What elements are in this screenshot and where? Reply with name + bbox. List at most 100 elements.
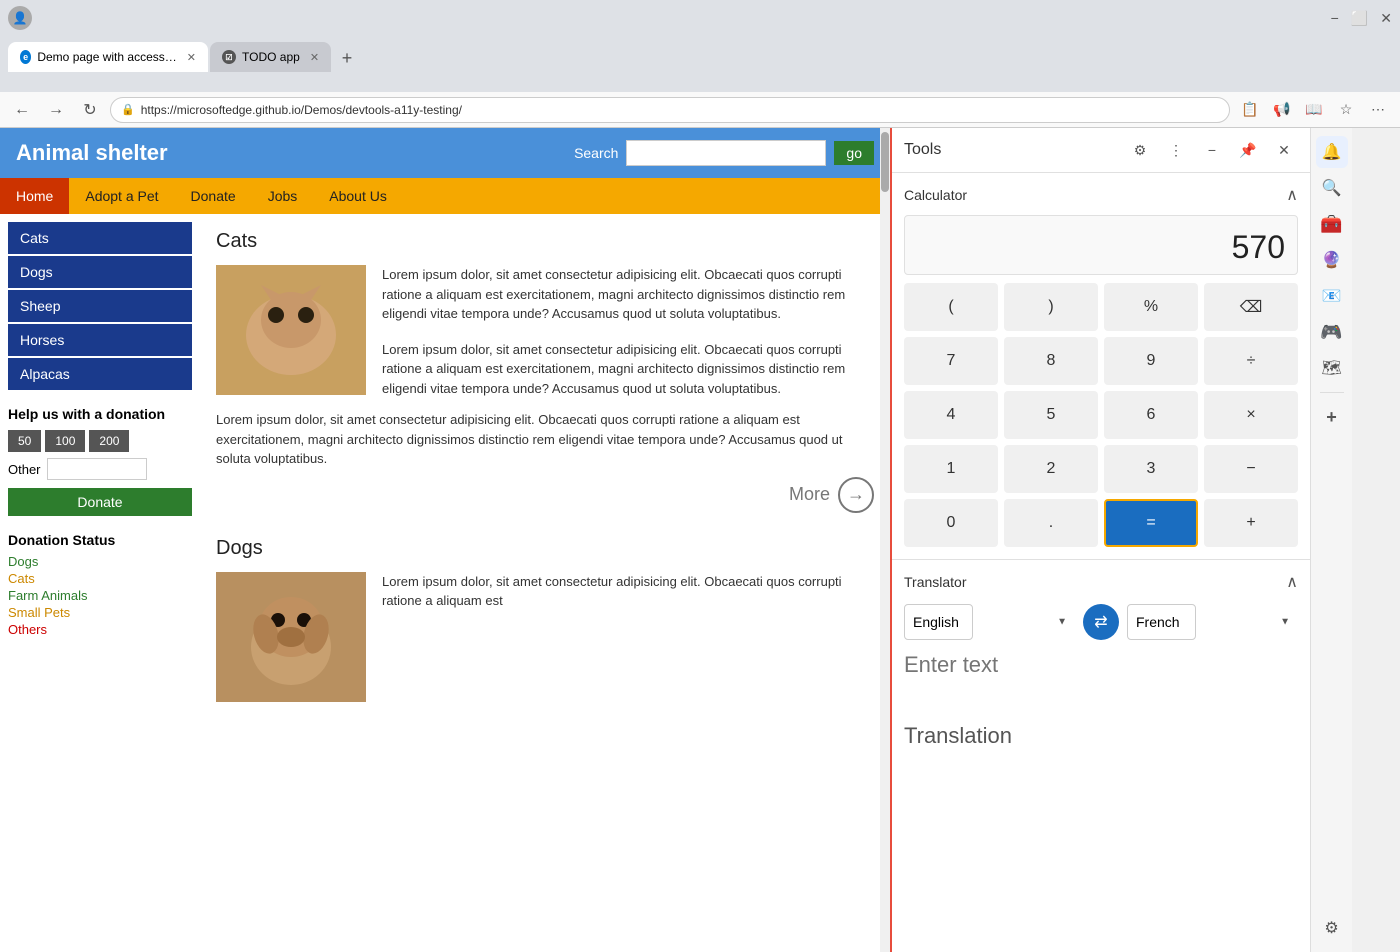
sidebar-dogs[interactable]: Dogs xyxy=(8,256,192,288)
scrollbar[interactable] xyxy=(880,128,890,952)
calc-1[interactable]: 1 xyxy=(904,445,998,493)
calc-3[interactable]: 3 xyxy=(1104,445,1198,493)
nav-about[interactable]: About Us xyxy=(313,178,403,214)
restore-window[interactable]: ⬜ xyxy=(1351,10,1368,27)
calc-equals[interactable]: = xyxy=(1104,499,1198,547)
outlook-icon[interactable]: 📧 xyxy=(1316,280,1348,312)
tab-demo-close[interactable]: ✕ xyxy=(187,51,196,64)
translator-section: Translator ∧ English French Spanish Germ… xyxy=(892,560,1310,761)
calc-value: 570 xyxy=(1232,229,1285,266)
forward-button[interactable]: → xyxy=(42,96,70,124)
calc-5[interactable]: 5 xyxy=(1004,391,1098,439)
calc-open-paren[interactable]: ( xyxy=(904,283,998,331)
target-lang-wrapper: French English Spanish German xyxy=(1127,604,1298,640)
sidebar-cats[interactable]: Cats xyxy=(8,222,192,254)
games-icon[interactable]: 🎮 xyxy=(1316,316,1348,348)
address-bar[interactable]: 🔒 https://microsoftedge.github.io/Demos/… xyxy=(110,97,1230,123)
back-button[interactable]: ← xyxy=(8,96,36,124)
calc-decimal[interactable]: . xyxy=(1004,499,1098,547)
tab-demo[interactable]: e Demo page with accessibility iss ✕ xyxy=(8,42,208,72)
source-lang-wrapper: English French Spanish German xyxy=(904,604,1075,640)
swap-languages-button[interactable]: ⇄ xyxy=(1083,604,1119,640)
translator-collapse-icon[interactable]: ∧ xyxy=(1286,572,1298,592)
calc-divide[interactable]: ÷ xyxy=(1204,337,1298,385)
sidebar: Cats Dogs Sheep Horses Alpacas Help us w… xyxy=(0,214,200,926)
cats-title: Cats xyxy=(216,230,874,253)
translator-input[interactable] xyxy=(904,652,1298,712)
sidebar-alpacas[interactable]: Alpacas xyxy=(8,358,192,390)
nav-jobs[interactable]: Jobs xyxy=(252,178,314,214)
donate-button[interactable]: Donate xyxy=(8,488,192,516)
calc-6[interactable]: 6 xyxy=(1104,391,1198,439)
status-small-pets: Small Pets xyxy=(8,605,192,620)
favorites-icon[interactable]: ☆ xyxy=(1332,96,1360,124)
target-lang-select[interactable]: French English Spanish German xyxy=(1127,604,1196,640)
collections-nav-icon[interactable]: 📋 xyxy=(1236,96,1264,124)
tools-close-button[interactable]: ✕ xyxy=(1270,136,1298,164)
search-go-button[interactable]: go xyxy=(834,141,874,165)
cats-more-link[interactable]: More → xyxy=(216,477,874,513)
address-text: https://microsoftedge.github.io/Demos/de… xyxy=(141,103,462,117)
close-window[interactable]: ✕ xyxy=(1380,10,1392,27)
calc-4[interactable]: 4 xyxy=(904,391,998,439)
amount-50[interactable]: 50 xyxy=(8,430,41,452)
search-sidebar-icon[interactable]: 🔍 xyxy=(1316,172,1348,204)
tab-todo[interactable]: ☑ TODO app ✕ xyxy=(210,42,331,72)
scrollbar-thumb[interactable] xyxy=(881,132,889,192)
user-avatar[interactable]: 👤 xyxy=(8,6,32,30)
calc-percent[interactable]: % xyxy=(1104,283,1198,331)
notifications-icon[interactable]: 🔔 xyxy=(1316,136,1348,168)
nav-home[interactable]: Home xyxy=(0,178,69,214)
more-nav-icon[interactable]: ⋯ xyxy=(1364,96,1392,124)
amount-200[interactable]: 200 xyxy=(89,430,129,452)
search-label: Search xyxy=(574,145,618,161)
tools-filter-icon[interactable]: ⚙ xyxy=(1126,136,1154,164)
dogs-section: Dogs xyxy=(216,537,874,702)
nav-actions: 📋 📢 📖 ☆ ⋯ xyxy=(1236,96,1392,124)
tools-panel: Tools ⚙ ⋮ − 📌 ✕ Calculator ∧ 570 ( ) % xyxy=(890,128,1310,952)
search-input[interactable] xyxy=(626,140,826,166)
nav-adopt[interactable]: Adopt a Pet xyxy=(69,178,174,214)
calc-close-paren[interactable]: ) xyxy=(1004,283,1098,331)
read-aloud-icon[interactable]: 📢 xyxy=(1268,96,1296,124)
calc-collapse-icon[interactable]: ∧ xyxy=(1286,185,1298,205)
calc-add[interactable]: + xyxy=(1204,499,1298,547)
other-amount-input[interactable] xyxy=(47,458,147,480)
calc-9[interactable]: 9 xyxy=(1104,337,1198,385)
settings-sidebar-icon[interactable]: ⚙ xyxy=(1316,912,1348,944)
browser-chrome: 👤 − ⬜ ✕ e Demo page with accessibility i… xyxy=(0,0,1400,92)
add-sidebar-button[interactable]: + xyxy=(1316,401,1348,433)
amount-100[interactable]: 100 xyxy=(45,430,85,452)
refresh-button[interactable]: ↻ xyxy=(76,96,104,124)
source-lang-select[interactable]: English French Spanish German xyxy=(904,604,973,640)
calc-2[interactable]: 2 xyxy=(1004,445,1098,493)
tools-more-icon[interactable]: ⋮ xyxy=(1162,136,1190,164)
tools-pin-button[interactable]: 📌 xyxy=(1234,136,1262,164)
shelter-title: Animal shelter xyxy=(16,140,168,166)
extensions-icon[interactable]: 🔮 xyxy=(1316,244,1348,276)
donation-amounts: 50 100 200 xyxy=(8,430,192,452)
more-text: More xyxy=(789,484,830,505)
collections-icon[interactable]: 🧰 xyxy=(1316,208,1348,240)
calc-backspace[interactable]: ⌫ xyxy=(1204,283,1298,331)
calc-7[interactable]: 7 xyxy=(904,337,998,385)
tab-todo-close[interactable]: ✕ xyxy=(310,51,319,64)
new-tab-button[interactable]: + xyxy=(333,44,361,72)
calc-multiply[interactable]: × xyxy=(1204,391,1298,439)
content-area: Cats Dogs Sheep Horses Alpacas Help us w… xyxy=(0,214,890,926)
tools-minimize-button[interactable]: − xyxy=(1198,136,1226,164)
maps-icon[interactable]: 🗺 xyxy=(1316,352,1348,384)
tab-todo-title: TODO app xyxy=(242,50,300,64)
minimize-window[interactable]: − xyxy=(1331,10,1339,26)
nav-donate[interactable]: Donate xyxy=(175,178,252,214)
immersive-reader-icon[interactable]: 📖 xyxy=(1300,96,1328,124)
calc-subtract[interactable]: − xyxy=(1204,445,1298,493)
sidebar-horses[interactable]: Horses xyxy=(8,324,192,356)
calc-0[interactable]: 0 xyxy=(904,499,998,547)
calc-header: Calculator ∧ xyxy=(904,185,1298,205)
calc-8[interactable]: 8 xyxy=(1004,337,1098,385)
sidebar-sheep[interactable]: Sheep xyxy=(8,290,192,322)
cats-para-3: Lorem ipsum dolor, sit amet consectetur … xyxy=(216,410,874,469)
donation-title: Help us with a donation xyxy=(8,406,192,422)
main-area: Animal shelter Search go Home Adopt a Pe… xyxy=(0,128,1400,952)
